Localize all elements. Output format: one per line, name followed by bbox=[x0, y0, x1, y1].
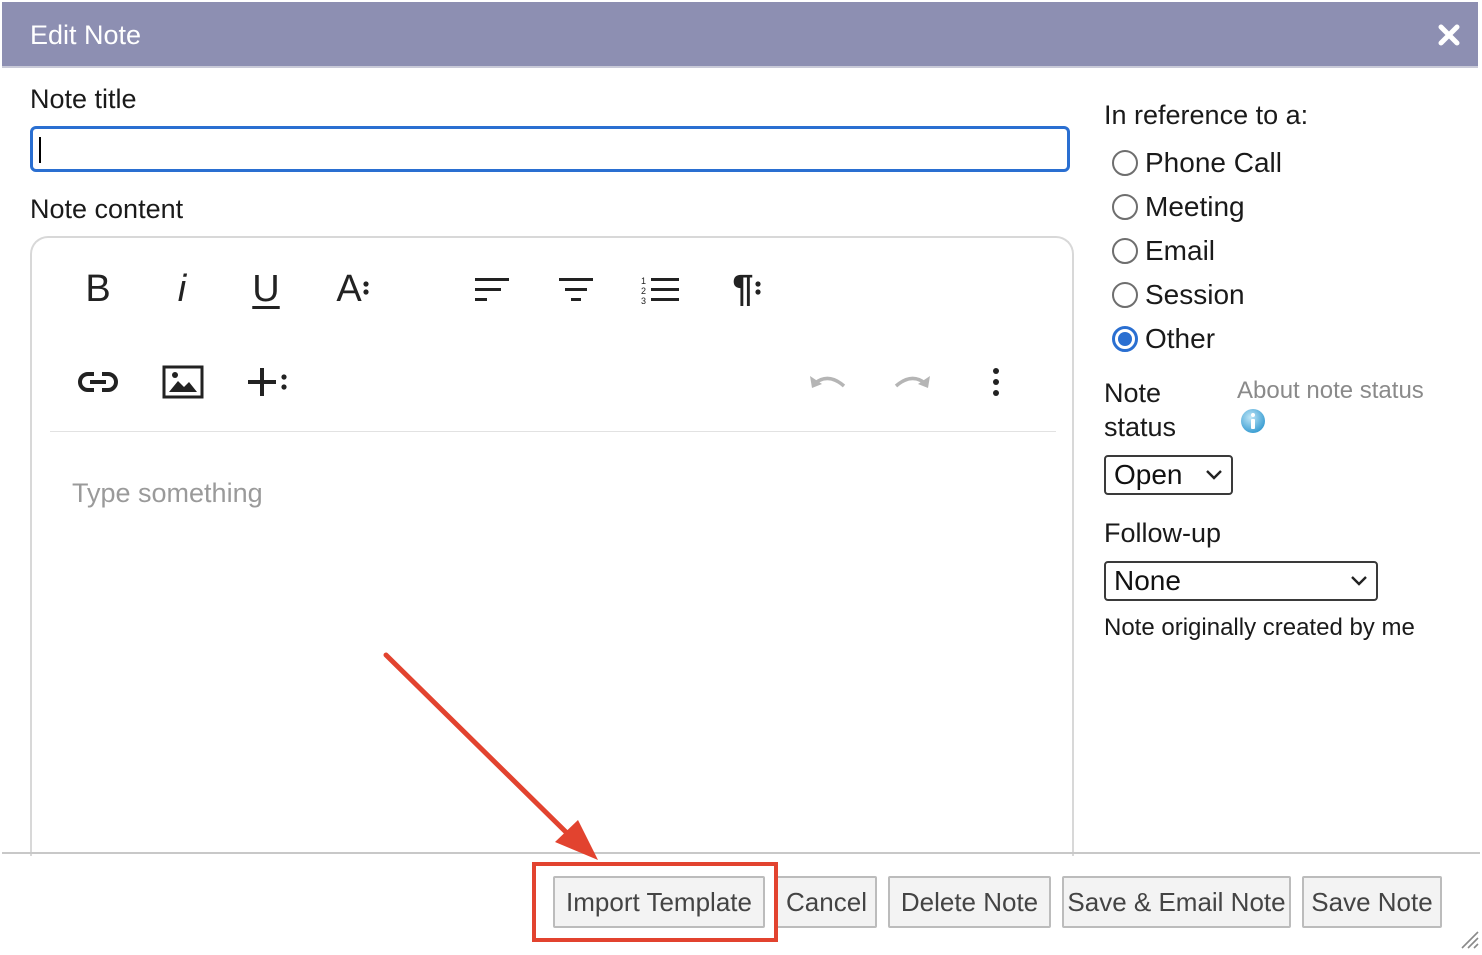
note-status-label: Note bbox=[1104, 378, 1162, 408]
underline-icon: U bbox=[252, 267, 280, 310]
undo-button[interactable] bbox=[806, 360, 850, 404]
rich-text-editor: B i U A 1 2 3 ¶ Type something bbox=[30, 236, 1074, 856]
info-icon[interactable] bbox=[1240, 408, 1266, 434]
cancel-button[interactable]: Cancel bbox=[776, 876, 877, 928]
ordered-list-icon: 1 2 3 bbox=[641, 276, 679, 305]
paragraph-button[interactable]: ¶ bbox=[722, 264, 772, 314]
chevron-down-icon bbox=[1351, 576, 1367, 586]
note-content-label: Note content bbox=[30, 194, 184, 224]
dialog-title: Edit Note bbox=[30, 20, 142, 50]
image-icon bbox=[162, 365, 204, 399]
align-left-icon bbox=[475, 278, 509, 301]
follow-up-value: None bbox=[1114, 565, 1181, 596]
align-left-button[interactable] bbox=[470, 268, 514, 312]
about-note-status-link[interactable]: About note status bbox=[1237, 377, 1424, 405]
more-vertical-icon bbox=[993, 368, 999, 396]
note-status-select[interactable]: Open bbox=[1104, 455, 1233, 495]
insert-button[interactable] bbox=[242, 360, 292, 404]
radio-phone-call[interactable]: Phone Call bbox=[1112, 146, 1282, 180]
italic-icon: i bbox=[177, 267, 187, 310]
link-button[interactable] bbox=[76, 360, 120, 404]
reference-label: In reference to a: bbox=[1104, 100, 1309, 130]
radio-label: Other bbox=[1145, 323, 1216, 354]
radio-label: Email bbox=[1145, 235, 1216, 266]
undo-icon bbox=[810, 376, 846, 388]
dialog-title-bar: Edit Note bbox=[2, 2, 1478, 68]
save-email-note-button[interactable]: Save & Email Note bbox=[1062, 876, 1291, 928]
radio-label: Phone Call bbox=[1145, 147, 1282, 178]
radio-button[interactable] bbox=[1112, 282, 1138, 308]
note-title-input[interactable] bbox=[33, 129, 1067, 169]
toolbar-divider bbox=[50, 431, 1056, 432]
redo-button[interactable] bbox=[890, 360, 934, 404]
options-dots-icon bbox=[363, 281, 369, 295]
radio-label: Session bbox=[1145, 279, 1245, 310]
ordered-list-button[interactable]: 1 2 3 bbox=[638, 268, 682, 312]
chevron-down-icon bbox=[1206, 470, 1222, 480]
radio-meeting[interactable]: Meeting bbox=[1112, 190, 1245, 224]
radio-button[interactable] bbox=[1112, 194, 1138, 220]
radio-button-selected[interactable] bbox=[1112, 326, 1138, 352]
radio-email[interactable]: Email bbox=[1112, 234, 1215, 268]
radio-button[interactable] bbox=[1112, 238, 1138, 264]
align-center-button[interactable] bbox=[554, 268, 598, 312]
note-status-value: Open bbox=[1114, 459, 1183, 490]
options-dots-icon bbox=[754, 281, 761, 295]
note-status-label-line2: status bbox=[1104, 412, 1177, 442]
align-center-icon bbox=[559, 278, 593, 301]
italic-button[interactable]: i bbox=[160, 264, 204, 314]
note-title-label: Note title bbox=[30, 84, 137, 114]
redo-icon bbox=[894, 376, 930, 388]
radio-other[interactable]: Other bbox=[1112, 322, 1215, 356]
link-icon bbox=[78, 372, 118, 392]
svg-text:3: 3 bbox=[641, 296, 646, 305]
font-size-button[interactable]: A bbox=[328, 264, 378, 314]
note-title-field-wrapper bbox=[30, 126, 1070, 172]
delete-note-button[interactable]: Delete Note bbox=[888, 876, 1051, 928]
radio-button[interactable] bbox=[1112, 150, 1138, 176]
svg-text:2: 2 bbox=[641, 286, 646, 296]
resize-handle-icon[interactable] bbox=[1458, 928, 1480, 950]
plus-icon bbox=[248, 368, 287, 396]
created-by-text: Note originally created by me bbox=[1104, 614, 1415, 641]
more-button[interactable] bbox=[978, 360, 1014, 404]
follow-up-label: Follow-up bbox=[1104, 518, 1222, 548]
image-button[interactable] bbox=[160, 360, 206, 404]
follow-up-select[interactable]: None bbox=[1104, 561, 1378, 601]
bold-icon: B bbox=[85, 267, 111, 310]
editor-placeholder[interactable]: Type something bbox=[72, 478, 263, 509]
paragraph-icon: ¶ bbox=[732, 267, 754, 310]
radio-label: Meeting bbox=[1145, 191, 1245, 222]
text-caret bbox=[39, 137, 41, 163]
radio-session[interactable]: Session bbox=[1112, 278, 1245, 312]
save-note-button[interactable]: Save Note bbox=[1302, 876, 1442, 928]
underline-button[interactable]: U bbox=[244, 264, 288, 314]
highlight-box bbox=[532, 862, 778, 942]
bold-button[interactable]: B bbox=[76, 264, 120, 314]
svg-text:1: 1 bbox=[641, 276, 646, 286]
footer-divider bbox=[2, 852, 1480, 854]
font-size-icon: A bbox=[336, 267, 362, 310]
close-icon[interactable] bbox=[1436, 22, 1462, 48]
